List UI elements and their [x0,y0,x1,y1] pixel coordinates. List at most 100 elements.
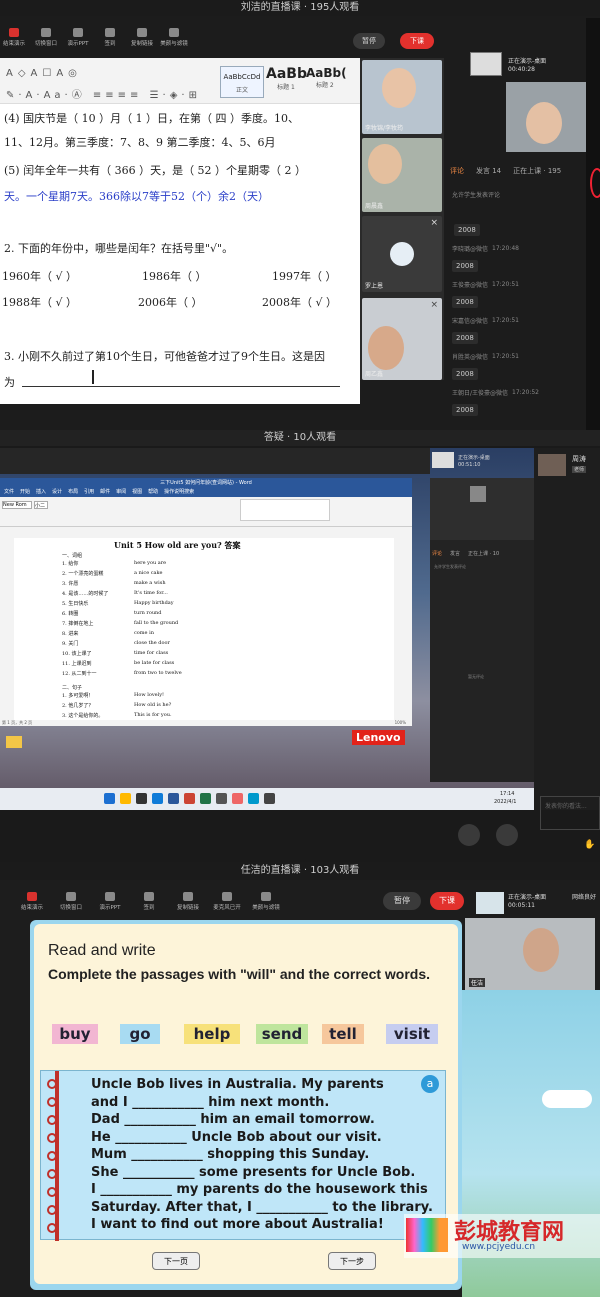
watermark-logo-icon [406,1218,448,1252]
vocab-cn: 3. 这个是给你的。 [62,713,104,719]
menu-item[interactable]: 视图 [132,488,142,497]
pause-button[interactable]: 暂停 [353,33,385,49]
toolbar: 结束演示 切换窗口 演示PPT 签到 复制链接 麦克风已开 美颜与滤镜 [18,892,280,911]
passage-line: Uncle Bob lives in Australia. My parents [91,1077,384,1092]
chat-item: 王朝日/王俊豪@微信 17:20:52 [452,388,582,397]
word-ribbon: A◇A☐A◎ ✎·A·Aa·Ⓐ ≡≡≡≡ ☰·◈·⊞ AaBbCcDd 正文 A… [0,58,360,104]
word-ribbon: New Rom 小二 [0,497,412,527]
tab-speak[interactable]: 发言 14 [476,166,501,176]
style-normal[interactable]: AaBbCcDd 正文 [220,66,264,98]
taskbar-app-icon[interactable] [120,793,131,804]
vocab-row: 11. 上课迟到 be late for class [62,660,262,670]
toolbar-label: 结束演示 [20,905,43,911]
toolbar-item[interactable]: 签到 [96,28,124,47]
chat-author: 李晓璐@微信 [452,246,489,253]
allow-comments-toggle[interactable]: 允许学生发表评论 [434,564,466,570]
word-page: Unit 5 How old are you? 答案 一、词组 1. 给你 her… [14,538,394,722]
presenter-thumb [432,452,454,468]
screen-switch-icon[interactable] [458,824,480,846]
toolbar-item[interactable]: 结束演示 [0,28,28,47]
menu-item[interactable]: 审阅 [116,488,126,497]
taskbar-icons [104,793,275,804]
tab-speak[interactable]: 发言 [450,550,460,557]
toolbar-item[interactable]: 美颜与滤镜 [160,28,188,47]
word-bank-item: help [184,1024,240,1044]
teacher-face [523,928,559,972]
size-select[interactable]: 小二 [34,501,48,509]
section-heading: 一、词组 [62,553,83,559]
menu-item[interactable]: 邮件 [100,488,110,497]
taskbar-app-icon[interactable] [216,793,227,804]
network-status: 网络良好 [572,894,597,901]
vocab-en: How lovely! [134,692,165,698]
menu-item[interactable]: 操作说明搜索 [164,488,194,497]
toolbar-item[interactable]: 复制链接 [174,892,202,911]
taskbar-app-icon[interactable] [168,793,179,804]
hand-icon[interactable]: ✋ [584,840,595,850]
toolbar-item[interactable]: 切换窗口 [32,28,60,47]
student-camera: 周晨鑫 [362,138,442,212]
viewer-name: 周涛 [572,455,586,463]
end-class-button[interactable]: 下课 [430,892,464,910]
menu-item[interactable]: 帮助 [148,488,158,497]
toolbar-item[interactable]: 美颜与滤镜 [252,892,280,911]
chat-item: 肖胜英@微信 17:20:51 [452,352,582,361]
vocab-en: here you are [134,560,167,566]
vocab-cn: 11. 上课迟到 [62,661,92,667]
allow-comments-toggle[interactable]: 允许学生发表评论 [452,190,500,199]
taskbar-app-icon[interactable] [200,793,211,804]
style-heading2[interactable]: AaBb( 标题 2 [306,66,360,98]
font-select[interactable]: New Rom [2,501,32,509]
toolbar-item[interactable]: 切换窗口 [57,892,85,911]
toolbar-item[interactable]: 签到 [135,892,163,911]
tab-comments[interactable]: 评论 [450,166,464,176]
menu-item[interactable]: 设计 [52,488,62,497]
toolbar-item[interactable]: 麦克风已开 [213,892,241,911]
sidebar-icon-red[interactable] [590,168,600,198]
vocab-cn: 6. 转圈 [62,611,79,617]
end-class-button[interactable]: 下课 [400,33,434,49]
year-option: 1986年（ ） [142,270,207,283]
menu-item[interactable]: 文件 [4,488,14,497]
camera-name: 周晨鑫 [365,203,384,210]
style-heading1[interactable]: AaBb 标题 1 [266,66,307,98]
passage-line: Mum ___________ shopping this Sunday. [91,1147,370,1162]
close-icon[interactable]: × [430,218,438,228]
style-heading2-label: 标题 2 [316,82,334,89]
toolbar-item[interactable]: 复制链接 [128,28,156,47]
inner-chat-panel: 评论 发言 正在上课 · 10 允许学生发表评论 暂无评论 [430,478,534,782]
vocab-list: 1. 给你 here you are 2. 一个漂亮的蛋糕 a nice cake 3.… [62,560,262,680]
pause-button[interactable]: 暂停 [383,892,421,910]
taskbar-app-icon[interactable] [232,793,243,804]
toolbar-label: 演示PPT [99,905,121,911]
comment-input[interactable]: 发表你的看法... [540,796,600,830]
taskbar-app-icon[interactable] [136,793,147,804]
toolbar-item[interactable]: 演示PPT [96,892,124,911]
desktop-folder-icon[interactable] [6,736,22,748]
taskbar-app-icon[interactable] [104,793,115,804]
menu-item[interactable]: 布局 [68,488,78,497]
next-step-button[interactable]: 下一步 [328,1252,376,1270]
vocab-row: 4. 是该……的时候了 It's time for... [62,590,262,600]
tab-comments[interactable]: 评论 [432,550,442,557]
right-sidebar-strip [586,18,600,430]
taskbar-app-icon[interactable] [152,793,163,804]
tab-online[interactable]: 正在上课 · 10 [468,550,499,557]
settings-icon[interactable] [496,824,518,846]
menu-item[interactable]: 开始 [20,488,30,497]
taskbar-app-icon[interactable] [264,793,275,804]
chat-author: 肖胜英@微信 [452,354,489,361]
passage-line: and I ___________ him next month. [91,1094,330,1110]
toolbar-item[interactable]: 演示PPT [64,28,92,47]
ribbon-format-icons: A◇A☐A◎ [6,68,82,79]
menu-item[interactable]: 引用 [84,488,94,497]
prev-page-button[interactable]: 下一页 [152,1252,200,1270]
close-icon[interactable]: × [430,300,438,310]
chat-time: 17:20:51 [492,317,519,324]
presenter-timer: 00:51:10 [458,462,481,468]
taskbar-app-icon[interactable] [248,793,259,804]
menu-item[interactable]: 插入 [36,488,46,497]
toolbar-item[interactable]: 结束演示 [18,892,46,911]
taskbar-app-icon[interactable] [184,793,195,804]
tab-online[interactable]: 正在上课 · 195 [513,166,561,176]
